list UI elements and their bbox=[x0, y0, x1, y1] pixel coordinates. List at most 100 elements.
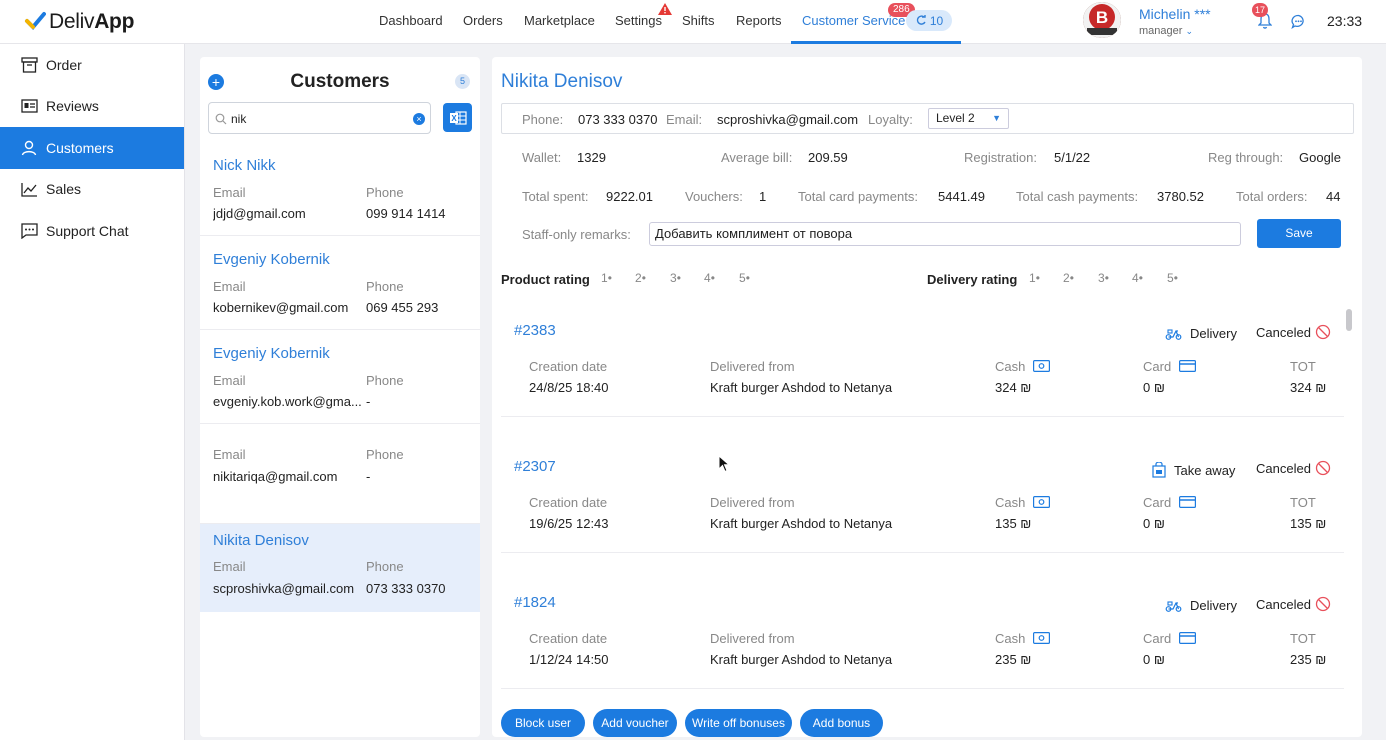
sidebar-item-label: Sales bbox=[46, 181, 82, 197]
reviews-icon bbox=[20, 97, 38, 115]
delivery-rating-5[interactable]: 5• bbox=[1167, 271, 1178, 285]
product-rating-3[interactable]: 3• bbox=[670, 271, 681, 285]
delivery-rating-4[interactable]: 4• bbox=[1132, 271, 1143, 285]
warning-icon bbox=[658, 2, 672, 18]
delivered-from-label: Delivered from bbox=[710, 631, 795, 646]
phone-label: Phone bbox=[366, 559, 404, 574]
write-off-bonuses-button[interactable]: Write off bonuses bbox=[685, 709, 792, 737]
customer-list-item[interactable]: Evgeniy Kobernik Email Phone evgeniy.kob… bbox=[200, 330, 480, 424]
sidebar-item-reviews[interactable]: Reviews bbox=[0, 85, 184, 127]
cash-value: 135 ₪ bbox=[995, 516, 1032, 531]
user-icon bbox=[20, 139, 38, 157]
order-number[interactable]: #2383 bbox=[514, 322, 556, 339]
product-rating-5[interactable]: 5• bbox=[739, 271, 750, 285]
remarks-input[interactable]: Добавить комплимент от повора bbox=[649, 222, 1241, 246]
svg-text:B: B bbox=[1096, 8, 1108, 27]
card-icon bbox=[1178, 360, 1196, 373]
active-nav-underline bbox=[791, 41, 961, 44]
delivery-rating-2[interactable]: 2• bbox=[1063, 271, 1074, 285]
chart-icon bbox=[20, 180, 38, 198]
wallet-value: 1329 bbox=[577, 150, 606, 165]
order-number[interactable]: #2307 bbox=[514, 458, 556, 475]
customer-name: Evgeniy Kobernik bbox=[213, 251, 330, 268]
transfer-icon bbox=[916, 15, 926, 25]
tot-label: TOT bbox=[1290, 631, 1316, 646]
product-rating-1[interactable]: 1• bbox=[601, 271, 612, 285]
logo-text-app: App bbox=[94, 10, 135, 33]
customer-list-item-selected[interactable]: Nikita Denisov Email Phone scproshivka@g… bbox=[200, 524, 480, 612]
cash-label-text: Cash bbox=[995, 359, 1026, 374]
app-logo[interactable]: Deliv App bbox=[24, 10, 134, 34]
email-label: Email bbox=[213, 447, 246, 462]
order-card[interactable]: #2307 Take away Canceled Creation date D… bbox=[501, 443, 1344, 553]
orders-scrollbar[interactable] bbox=[1345, 309, 1353, 701]
nav-settings[interactable]: Settings bbox=[615, 13, 662, 28]
user-role[interactable]: manager ⌄ bbox=[1139, 25, 1193, 37]
logo-icon bbox=[25, 12, 46, 30]
cash-icon bbox=[1032, 496, 1050, 509]
order-card[interactable]: #1824 Delivery Canceled Creation date De… bbox=[501, 579, 1344, 689]
cash-label-text: Cash bbox=[995, 495, 1026, 510]
logo-text-deliv: Deliv bbox=[49, 10, 95, 33]
nav-dashboard[interactable]: Dashboard bbox=[379, 13, 443, 28]
vouchers-value: 1 bbox=[759, 189, 767, 204]
sidebar-item-label: Customers bbox=[46, 140, 114, 156]
order-card[interactable]: #2383 Delivery Canceled Creation date De… bbox=[501, 307, 1344, 417]
wallet-label: Wallet: bbox=[522, 150, 562, 165]
add-bonus-button[interactable]: Add bonus bbox=[800, 709, 883, 737]
customer-email: jdjd@gmail.com bbox=[213, 206, 306, 221]
vouchers-label: Vouchers: bbox=[685, 189, 743, 204]
creation-date-value: 1/12/24 14:50 bbox=[529, 652, 609, 667]
reg-through-label: Reg through: bbox=[1208, 150, 1284, 165]
nav-orders[interactable]: Orders bbox=[463, 13, 503, 28]
customer-email: kobernikev@gmail.com bbox=[213, 300, 349, 315]
delivery-rating-1[interactable]: 1• bbox=[1029, 271, 1040, 285]
clear-search-icon[interactable]: × bbox=[413, 113, 425, 125]
customer-phone: - bbox=[366, 469, 371, 484]
order-status-label: Canceled bbox=[1256, 460, 1311, 476]
order-type-label: Delivery bbox=[1190, 326, 1237, 341]
chat-bubble-icon[interactable] bbox=[1291, 14, 1306, 32]
sidebar-item-order[interactable]: Order bbox=[0, 44, 184, 86]
sidebar-item-sales[interactable]: Sales bbox=[0, 168, 184, 210]
user-name[interactable]: Michelin *** bbox=[1139, 6, 1211, 22]
loyalty-select[interactable]: Level 2 ▼ bbox=[928, 108, 1009, 129]
customer-list-item[interactable]: Evgeniy Kobernik Email Phone kobernikev@… bbox=[200, 236, 480, 330]
cash-label-text: Cash bbox=[995, 631, 1026, 646]
card-value: 0 ₪ bbox=[1143, 652, 1165, 667]
order-icon bbox=[20, 56, 38, 74]
creation-date-label: Creation date bbox=[529, 631, 608, 646]
save-button[interactable]: Save bbox=[1257, 219, 1341, 248]
nav-marketplace[interactable]: Marketplace bbox=[524, 13, 595, 28]
registration-value: 5/1/22 bbox=[1054, 150, 1091, 165]
block-user-button[interactable]: Block user bbox=[501, 709, 585, 737]
restaurant-avatar[interactable]: B bbox=[1083, 2, 1121, 38]
order-number[interactable]: #1824 bbox=[514, 594, 556, 611]
customer-email: evgeniy.kob.work@gma... bbox=[213, 394, 362, 409]
nav-shifts[interactable]: Shifts bbox=[682, 13, 715, 28]
order-type: Delivery bbox=[1165, 326, 1237, 341]
customer-list-item[interactable]: Email Phone nikitariqa@gmail.com - bbox=[200, 424, 480, 524]
scrollbar-thumb[interactable] bbox=[1346, 309, 1352, 331]
creation-date-label: Creation date bbox=[529, 495, 608, 510]
cash-icon bbox=[1032, 632, 1050, 645]
customer-search: × bbox=[208, 102, 431, 134]
product-rating-2[interactable]: 2• bbox=[635, 271, 646, 285]
rating-value: 1 bbox=[601, 271, 608, 285]
add-voucher-button[interactable]: Add voucher bbox=[593, 709, 677, 737]
takeaway-bag-icon bbox=[1152, 462, 1166, 478]
phone-value: 073 333 0370 bbox=[578, 112, 658, 127]
export-excel-button[interactable]: X bbox=[443, 103, 472, 132]
email-label: Email bbox=[213, 185, 246, 200]
search-input[interactable] bbox=[231, 109, 411, 129]
delivery-rating-3[interactable]: 3• bbox=[1098, 271, 1109, 285]
nav-reports[interactable]: Reports bbox=[736, 13, 782, 28]
product-rating-4[interactable]: 4• bbox=[704, 271, 715, 285]
customer-list-item[interactable]: Nick Nikk Email Phone jdjd@gmail.com 099… bbox=[200, 142, 480, 236]
customer-service-pill[interactable]: 10 bbox=[906, 10, 952, 31]
sidebar-item-customers[interactable]: Customers bbox=[0, 127, 184, 169]
total-spent-label: Total spent: bbox=[522, 189, 589, 204]
sidebar-item-support-chat[interactable]: Support Chat bbox=[0, 210, 184, 252]
sidebar: Order Reviews Customers Sales Support Ch… bbox=[0, 44, 185, 740]
rating-value: 3 bbox=[1098, 271, 1105, 285]
